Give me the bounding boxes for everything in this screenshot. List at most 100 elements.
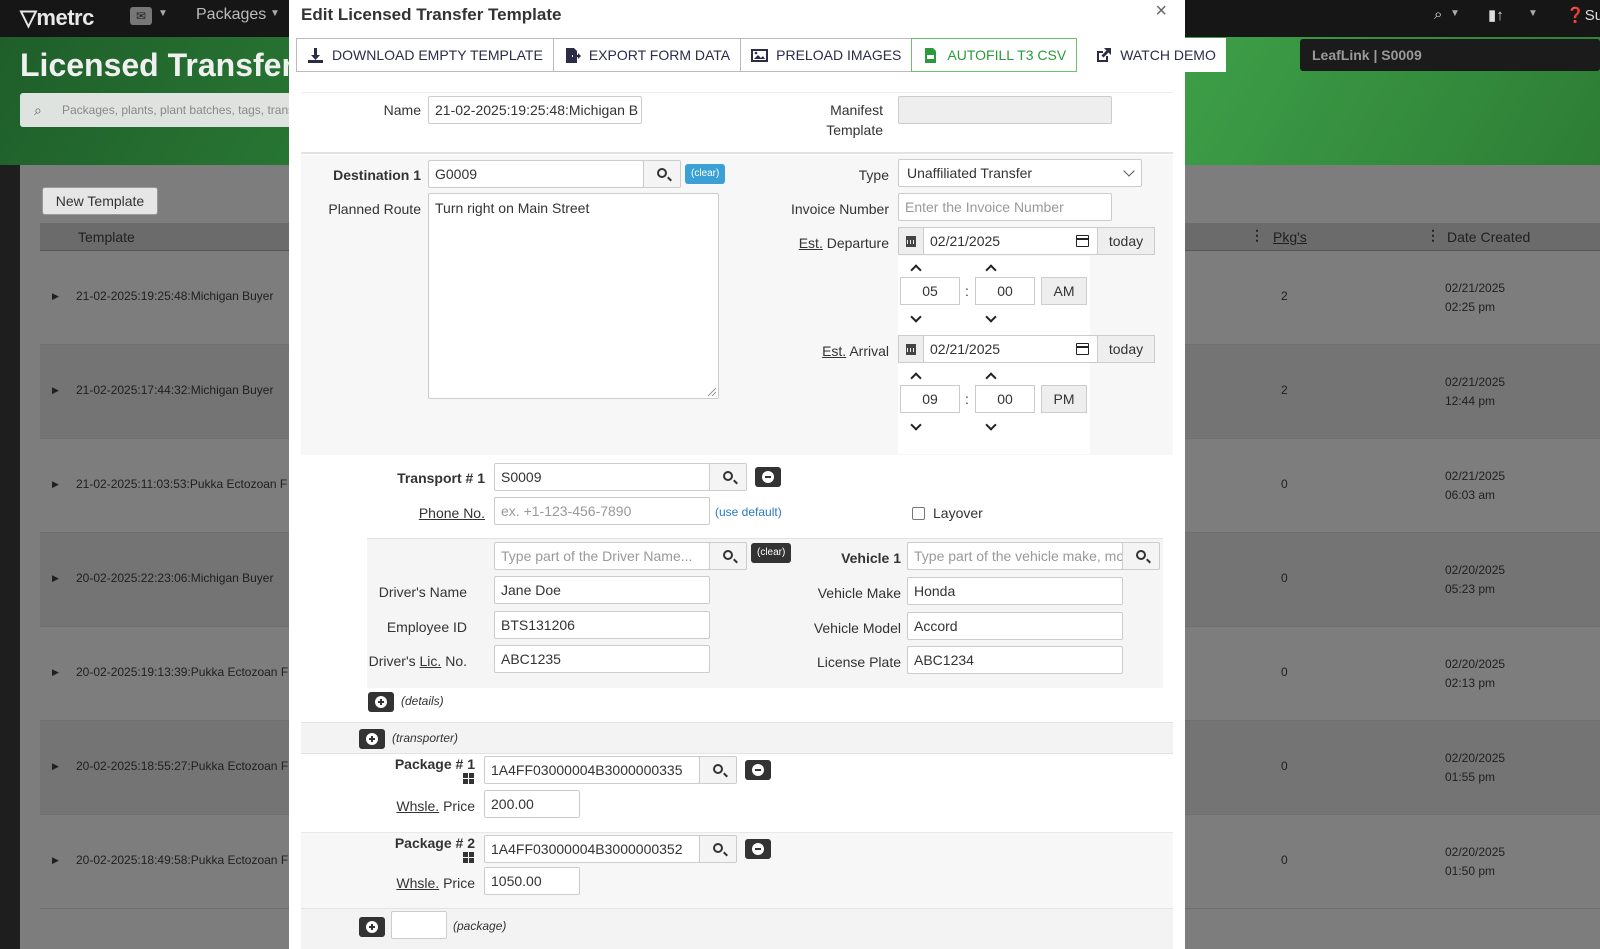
package-1-price-input[interactable]: 200.00 — [484, 790, 580, 818]
upload-icon[interactable]: ▮↑ — [1488, 6, 1504, 24]
departure-minute[interactable]: 00 — [975, 277, 1035, 305]
transport-input[interactable]: S0009 — [494, 463, 710, 491]
departure-hour[interactable]: 05 — [900, 277, 960, 305]
chevron-up-icon[interactable] — [910, 372, 922, 384]
expand-row-icon[interactable]: ▶ — [52, 385, 59, 396]
driver-search-button[interactable] — [709, 542, 747, 570]
expand-row-icon[interactable]: ▶ — [52, 573, 59, 584]
resize-handle-icon[interactable] — [708, 388, 716, 396]
destination-input[interactable]: G0009 — [428, 160, 644, 188]
mail-icon[interactable]: ✉ — [130, 7, 152, 25]
calendar-icon[interactable] — [898, 227, 924, 255]
add-package-button[interactable] — [359, 917, 385, 937]
arrival-date-input[interactable]: 02/21/2025 — [923, 335, 1098, 363]
package-1-search-button[interactable] — [699, 756, 737, 784]
chevron-down-icon[interactable]: ▼ — [158, 8, 168, 19]
expand-row-icon[interactable]: ▶ — [52, 479, 59, 490]
nav-packages[interactable]: Packages — [196, 6, 266, 24]
package-2-input[interactable]: 1A4FF03000004B3000000352 — [484, 835, 700, 863]
transport-search-button[interactable] — [709, 463, 747, 491]
new-template-button[interactable]: New Template — [42, 187, 158, 215]
chevron-down-icon[interactable] — [985, 419, 997, 431]
row-time: 05:23 pm — [1445, 582, 1496, 596]
departure-ampm-toggle[interactable]: AM — [1041, 277, 1087, 305]
planned-route-textarea[interactable]: Turn right on Main Street — [428, 193, 719, 399]
license-plate-input[interactable]: ABC1234 — [907, 646, 1123, 674]
global-search[interactable]: ⌕ Packages, plants, plant batches, tags,… — [20, 93, 300, 127]
col-pkgs[interactable]: Pkg's — [1273, 229, 1307, 245]
close-icon[interactable]: × — [1155, 0, 1167, 23]
layover-checkbox[interactable] — [912, 507, 925, 520]
column-menu-icon[interactable]: ⋮ — [1250, 227, 1264, 244]
remove-transport-button[interactable] — [755, 467, 781, 487]
departure-today-button[interactable]: today — [1097, 227, 1155, 255]
chevron-down-icon[interactable]: ▼ — [1450, 8, 1460, 19]
col-template[interactable]: Template — [78, 229, 135, 245]
chevron-down-icon[interactable] — [910, 419, 922, 431]
vehicle-make-input[interactable]: Honda — [907, 577, 1123, 605]
phone-input[interactable]: ex. +1-123-456-7890 — [494, 497, 710, 525]
remove-package-1-button[interactable] — [745, 760, 771, 780]
chevron-down-icon[interactable]: ▼ — [1528, 8, 1538, 19]
arrival-hour[interactable]: 09 — [900, 385, 960, 413]
expand-row-icon[interactable]: ▶ — [52, 855, 59, 866]
destination-clear-button[interactable]: (clear) — [685, 164, 726, 184]
expand-row-icon[interactable]: ▶ — [52, 667, 59, 678]
destination-search-button[interactable] — [643, 160, 681, 188]
search-icon — [723, 550, 733, 560]
chevron-up-icon[interactable] — [985, 264, 997, 276]
add-transporter-button[interactable] — [359, 729, 385, 749]
package-1-input[interactable]: 1A4FF03000004B3000000335 — [484, 756, 700, 784]
add-details-button[interactable] — [368, 692, 394, 712]
preload-images-button[interactable]: PRELOAD IMAGES — [740, 38, 913, 72]
chevron-down-icon[interactable]: ▼ — [270, 8, 280, 19]
download-template-button[interactable]: DOWNLOAD EMPTY TEMPLATE — [296, 38, 554, 72]
expand-row-icon[interactable]: ▶ — [52, 761, 59, 772]
barcode-icon[interactable] — [463, 852, 474, 863]
barcode-icon[interactable] — [463, 773, 474, 784]
calendar-icon[interactable] — [898, 335, 924, 363]
export-form-data-button[interactable]: EXPORT FORM DATA — [552, 38, 742, 72]
help-icon[interactable]: ❓Su — [1566, 6, 1600, 24]
package-2-price-input[interactable]: 1050.00 — [484, 867, 580, 895]
name-input[interactable]: 21-02-2025:19:25:48:Michigan B — [428, 96, 642, 124]
vehicle-search-button[interactable] — [1122, 542, 1160, 570]
driver-search-input[interactable]: Type part of the Driver Name... — [494, 542, 710, 570]
vehicle-search-input[interactable]: Type part of the vehicle make, model — [907, 542, 1123, 570]
departure-date-value: 02/21/2025 — [930, 233, 1001, 249]
metrc-logo[interactable]: ▽metrc — [20, 5, 94, 31]
expand-row-icon[interactable]: ▶ — [52, 291, 59, 302]
chevron-down-icon[interactable] — [985, 311, 997, 323]
add-transporter-row: (transporter) — [301, 722, 1173, 754]
chevron-down-icon[interactable] — [910, 311, 922, 323]
package-2-label: Package # 2 — [394, 835, 475, 851]
arrival-today-button[interactable]: today — [1097, 335, 1155, 363]
package-2-search-button[interactable] — [699, 835, 737, 863]
watch-demo-button[interactable]: WATCH DEMO — [1085, 38, 1226, 72]
driver-name-input[interactable]: Jane Doe — [494, 576, 710, 604]
departure-date-input[interactable]: 02/21/2025 — [923, 227, 1098, 255]
use-default-link[interactable]: (use default) — [715, 505, 782, 519]
arrival-minute[interactable]: 00 — [975, 385, 1035, 413]
column-menu-icon[interactable]: ⋮ — [1426, 227, 1440, 244]
employee-id-input[interactable]: BTS131206 — [494, 611, 710, 639]
date-picker-icon[interactable] — [1076, 235, 1089, 247]
invoice-input[interactable]: Enter the Invoice Number — [898, 193, 1112, 221]
driver-license-input[interactable]: ABC1235 — [494, 645, 710, 673]
date-picker-icon[interactable] — [1076, 343, 1089, 355]
autofill-csv-button[interactable]: AUTOFILL T3 CSV — [911, 38, 1078, 72]
facility-selector[interactable]: LeafLink | S0009 — [1300, 39, 1600, 71]
type-select[interactable]: Unaffiliated Transfer — [898, 159, 1142, 187]
package-count-input[interactable] — [391, 911, 447, 939]
external-link-icon — [1097, 47, 1112, 62]
type-value: Unaffiliated Transfer — [907, 165, 1033, 181]
remove-package-2-button[interactable] — [745, 839, 771, 859]
driver-clear-button[interactable]: (clear) — [751, 543, 792, 563]
chevron-up-icon[interactable] — [910, 264, 922, 276]
search-icon[interactable]: ⌕ — [1434, 6, 1442, 23]
col-date-created[interactable]: Date Created — [1447, 229, 1530, 245]
arrival-ampm-toggle[interactable]: PM — [1041, 385, 1087, 413]
chevron-up-icon[interactable] — [985, 372, 997, 384]
vehicle-model-input[interactable]: Accord — [907, 612, 1123, 640]
user-menu[interactable]: Su — [1585, 7, 1600, 24]
